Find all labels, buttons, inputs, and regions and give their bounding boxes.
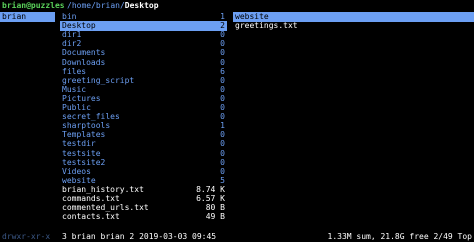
path-current: Desktop xyxy=(124,1,159,10)
preview-column: website greetings.txt xyxy=(233,12,474,224)
current-column: bin 1 Desktop 2 dir1 0 dir2 0 Documents 0 Download… xyxy=(60,12,227,224)
user-host: brian@puzzles xyxy=(2,1,65,10)
status-bar: drwxr-xr-x 3 brian brian 2 2019-03-03 09… xyxy=(0,232,474,242)
path-prefix: /home/brian/ xyxy=(67,1,125,10)
entry-name: brian xyxy=(2,12,27,21)
disk-info: 1.33M sum, 21.8G free 2/49 Top xyxy=(327,232,473,241)
directory-entry[interactable]: brian xyxy=(0,12,55,22)
current-path: /home/brian/Desktop xyxy=(67,1,159,11)
permissions: drwxr-xr-x xyxy=(2,232,51,241)
file-entry[interactable]: greetings.txt xyxy=(233,21,474,31)
entry-name: contacts.txt xyxy=(62,212,120,222)
file-info: 3 brian brian 2 2019-03-03 09:45 xyxy=(62,232,217,241)
file-entry[interactable]: contacts.txt 49 B xyxy=(60,212,227,222)
title-bar: brian@puzzles /home/brian/Desktop xyxy=(0,1,474,11)
entry-name: greetings.txt xyxy=(235,21,298,31)
entry-size: 49 B xyxy=(205,212,225,222)
parent-column: brian xyxy=(0,12,55,224)
